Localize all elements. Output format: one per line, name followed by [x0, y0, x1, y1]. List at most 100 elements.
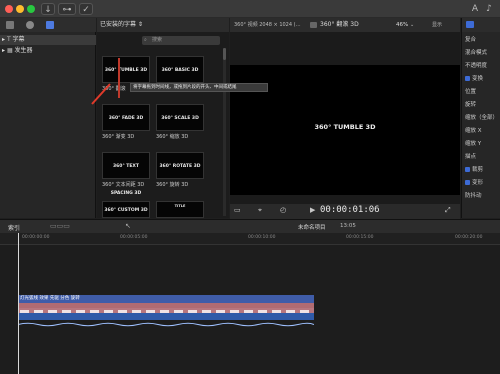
clapper-icon	[310, 22, 317, 28]
viewer-controls: ▭ ⌖ ◴ ▶ 00:00:01:06 ⤢	[230, 204, 460, 219]
download-icon[interactable]: ↓	[41, 3, 55, 15]
browser-header[interactable]: 已安装的字幕 ⇕	[97, 18, 229, 32]
project-duration: 13:05	[340, 223, 356, 229]
viewer-panel: 360° 视频 2048 × 1024 (… 360° 翻滚 3D 46% ⌄ …	[230, 18, 460, 219]
inspector-row[interactable]: 描点	[462, 151, 500, 163]
title-thumb[interactable]: 360° ROTATE 3D	[156, 152, 204, 179]
inspector-row-label: 缩放 X	[465, 128, 482, 134]
inspector-row-label: 缩放（全部）	[465, 115, 499, 121]
transform-icon[interactable]: ⌖	[258, 206, 262, 215]
close-window-button[interactable]	[5, 5, 13, 13]
library-item-titles[interactable]: ▸ T 字幕	[0, 35, 96, 45]
library-item-generators[interactable]: ▸ ▦ 发生器	[0, 46, 96, 56]
display-icon[interactable]: ▭	[234, 206, 241, 214]
select-tool-icon[interactable]: ↖	[125, 222, 131, 230]
photo-icon[interactable]	[26, 21, 34, 29]
key-icon[interactable]: ⊶	[58, 3, 76, 15]
inspector-row-label: 缩放 Y	[465, 141, 482, 147]
title-browser: 已安装的字幕 ⇕ ⌕ 搜索 360° TUMBLE 3D 360° BASIC …	[97, 18, 229, 218]
viewer-clip-title: 360° 翻滚 3D	[320, 21, 359, 28]
generator-icon: ▦	[6, 47, 13, 54]
title-thumb[interactable]: 360° TUMBLE 3D	[102, 56, 150, 83]
playhead[interactable]	[18, 233, 19, 374]
inspector-row-label: 变换	[472, 76, 484, 82]
title-thumb[interactable]: 360° CUSTOM 3D	[102, 201, 150, 218]
clip-appearance-icon[interactable]: ▭▭▭	[50, 222, 70, 230]
title-label: 360° 文本间距 3D	[102, 182, 145, 188]
inspector-row-label: 位置	[465, 89, 477, 95]
canvas-title-text: 360° TUMBLE 3D	[314, 123, 376, 131]
inspector-panel: 复合混合模式 不透明度变换位置旋转缩放（全部） 缩放 X 缩放 Y 描点裁剪变形防抖动	[461, 18, 500, 218]
check-circle-icon[interactable]: ✓	[79, 3, 93, 15]
project-name: 未命名项目	[298, 225, 326, 231]
inspector-row[interactable]: 复合	[462, 34, 500, 46]
waveform-graphic	[17, 322, 315, 327]
checkbox-icon[interactable]	[465, 76, 470, 81]
inspector-icon[interactable]	[466, 21, 474, 28]
inspector-row[interactable]: 防抖动	[462, 190, 500, 202]
inspector-row-label: 防抖动	[465, 193, 482, 199]
library-sidebar: ▸ T 字幕 ▸ ▦ 发生器	[0, 18, 96, 218]
index-button[interactable]: 索引	[8, 223, 20, 232]
inspector-row[interactable]: 变形	[462, 177, 500, 189]
timeline-ruler[interactable]: 00:00:00:00 00:00:05:00 00:00:10:00 00:0…	[0, 233, 500, 245]
inspector-row[interactable]: 位置	[462, 86, 500, 98]
view-menu[interactable]: 显示	[432, 18, 442, 32]
inspector-row[interactable]: 缩放（全部）	[462, 112, 500, 124]
text-icon: T	[6, 36, 11, 43]
titles-icon[interactable]	[46, 21, 54, 29]
annotation-arrow-icon	[91, 83, 111, 105]
browser-scrollbar[interactable]	[223, 48, 226, 216]
title-thumb[interactable]: TITLE	[156, 201, 204, 218]
scrollbar-thumb[interactable]	[223, 48, 226, 60]
title-label: 360° 缩放 3D	[156, 134, 189, 140]
title-clip[interactable]: 灯光弧线 效果 先驱 分色 旋转	[18, 295, 314, 303]
inspector-row-label: 裁剪	[472, 167, 484, 173]
title-thumb[interactable]: 360° SCALE 3D	[156, 104, 204, 131]
ruler-tick: 00:00:05:00	[120, 235, 148, 240]
timeline-toolbar: 索引 ▭▭▭ ↖ 未命名项目 13:05	[0, 219, 500, 233]
triangle-right-icon: ▸	[2, 47, 6, 54]
title-label: 360° 渐变 3D	[102, 134, 135, 140]
title-thumb[interactable]: 360° BASIC 3D	[156, 56, 204, 83]
waveform-icon[interactable]: ♪	[484, 3, 494, 15]
inspector-row[interactable]: 缩放 Y	[462, 138, 500, 150]
search-icon: ⌕	[144, 37, 147, 43]
viewer-header: 360° 视频 2048 × 1024 (… 360° 翻滚 3D 46% ⌄ …	[230, 18, 460, 32]
video-clip[interactable]	[18, 303, 314, 318]
library-toolbar	[0, 18, 96, 32]
fullscreen-icon[interactable]: ⤢	[445, 206, 451, 215]
ruler-tick: 00:00:10:00	[248, 235, 276, 240]
a-icon[interactable]: A	[470, 3, 480, 15]
inspector-row[interactable]: 缩放 X	[462, 125, 500, 137]
minimize-window-button[interactable]	[16, 5, 24, 13]
inspector-row[interactable]: 不透明度	[462, 60, 500, 72]
ruler-tick: 00:00:15:00	[346, 235, 374, 240]
chevron-down-icon[interactable]: ⌄	[410, 18, 414, 32]
zoom-window-button[interactable]	[27, 5, 35, 13]
inspector-row-label: 复合	[465, 37, 477, 43]
play-icon[interactable]: ▶	[310, 206, 315, 214]
drag-indicator	[118, 58, 120, 98]
ruler-tick: 00:00:20:00	[455, 235, 483, 240]
inspector-row[interactable]: 变换	[462, 73, 500, 85]
title-thumb[interactable]: 360° TEXT SPACING 3D	[102, 152, 150, 196]
zoom-level[interactable]: 46%	[396, 18, 408, 32]
timecode[interactable]: 00:00:01:06	[320, 205, 380, 215]
inspector-row[interactable]: 混合模式	[462, 47, 500, 59]
checkbox-icon[interactable]	[465, 180, 470, 185]
inspector-row-label: 旋转	[465, 102, 477, 108]
ruler-tick: 00:00:00:00	[22, 235, 50, 240]
top-toolbar: ↓ ⊶ ✓ A ♪	[0, 0, 500, 18]
inspector-header	[462, 18, 500, 32]
media-icon[interactable]	[6, 21, 14, 29]
inspector-row[interactable]: 旋转	[462, 99, 500, 111]
audio-waveform[interactable]	[17, 313, 315, 327]
search-input[interactable]: ⌕ 搜索	[142, 36, 220, 45]
title-thumb[interactable]: 360° FADE 3D	[102, 104, 150, 131]
speed-icon[interactable]: ◴	[280, 206, 286, 214]
triangle-right-icon: ▸	[2, 36, 6, 43]
viewer-format-info: 360° 视频 2048 × 1024 (…	[234, 22, 301, 28]
inspector-row[interactable]: 裁剪	[462, 164, 500, 176]
checkbox-icon[interactable]	[465, 167, 470, 172]
